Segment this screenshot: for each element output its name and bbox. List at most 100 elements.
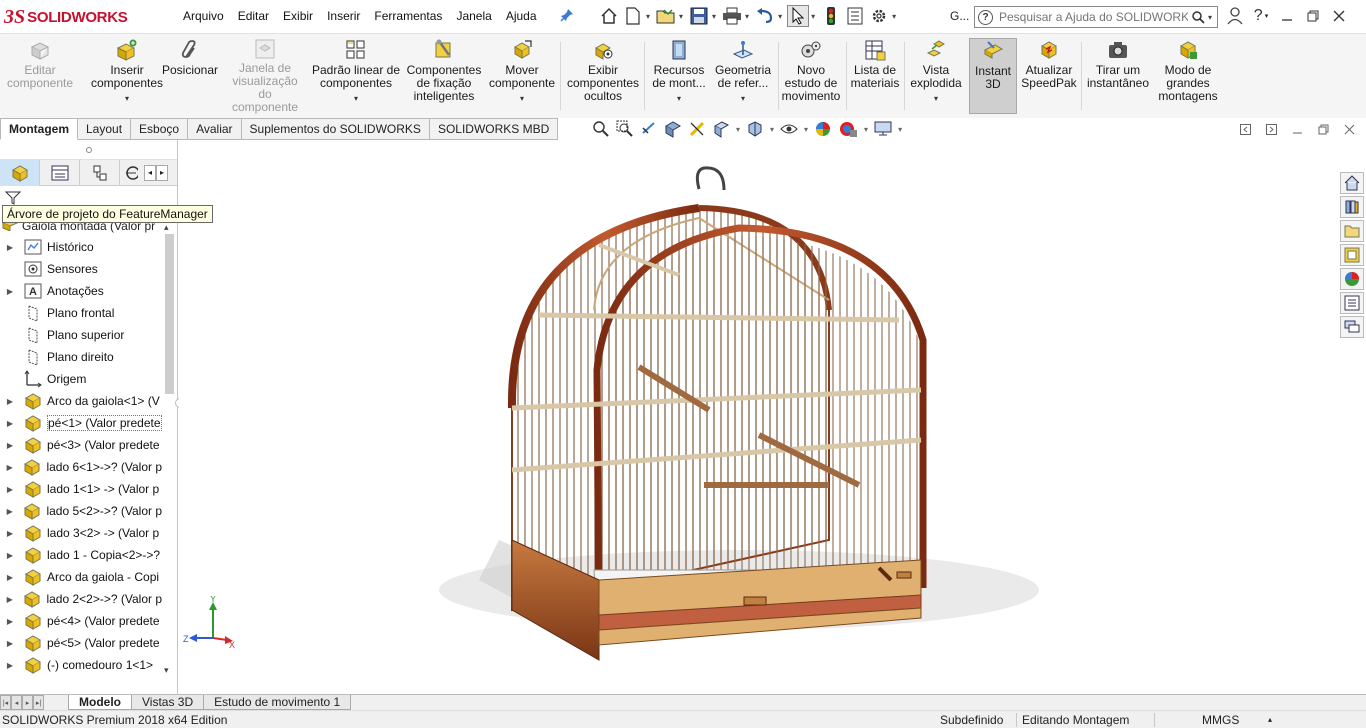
tree-item[interactable]: ▶ pé<1> (Valor predete bbox=[0, 412, 162, 434]
tab-suplementos[interactable]: Suplementos do SOLIDWORKS bbox=[241, 118, 430, 140]
menu-inserir[interactable]: Inserir bbox=[327, 9, 360, 23]
tree-item[interactable]: Plano frontal bbox=[0, 302, 162, 324]
appearances-scenes-icon[interactable] bbox=[1340, 268, 1364, 290]
collapse-right-icon[interactable] bbox=[1258, 121, 1284, 137]
dynamic-annotation-icon[interactable] bbox=[688, 120, 706, 138]
hide-show-items-icon[interactable] bbox=[780, 122, 798, 136]
tree-item[interactable]: ▶ lado 1 - Copia<2>->? bbox=[0, 544, 162, 566]
tab-scroll-left-icon[interactable]: ◂ bbox=[144, 164, 156, 181]
expand-arrow-icon[interactable]: ▶ bbox=[3, 617, 17, 626]
viewport-restore-icon[interactable] bbox=[1310, 121, 1336, 137]
dimxpert-tab[interactable] bbox=[120, 160, 142, 186]
next-tab-icon[interactable]: ▸ bbox=[22, 695, 33, 710]
instant-3d-button[interactable]: Instant 3D bbox=[969, 38, 1017, 114]
tree-scrollbar[interactable]: ▴ ▾ bbox=[163, 222, 176, 676]
units-dropdown-arrow[interactable]: ▴ bbox=[1268, 715, 1272, 724]
menu-janela[interactable]: Janela bbox=[456, 9, 491, 23]
file-explorer-icon[interactable] bbox=[1340, 220, 1364, 242]
undo-icon[interactable] bbox=[754, 5, 776, 27]
tree-item[interactable]: Origem bbox=[0, 368, 162, 390]
move-component-dropdown-arrow[interactable]: ▾ bbox=[520, 92, 524, 105]
assembly-features-button[interactable]: Recursos de mont... ▾ bbox=[648, 38, 710, 114]
first-tab-icon[interactable]: |◂ bbox=[0, 695, 11, 710]
expand-arrow-icon[interactable]: ▶ bbox=[3, 243, 17, 252]
expand-arrow-icon[interactable]: ▶ bbox=[3, 551, 17, 560]
scroll-down-icon[interactable]: ▾ bbox=[164, 665, 169, 676]
tab-layout[interactable]: Layout bbox=[78, 118, 132, 140]
mate-button[interactable]: Posicionar bbox=[162, 38, 218, 114]
reference-geometry-dropdown-arrow[interactable]: ▾ bbox=[741, 92, 745, 105]
restore-icon[interactable] bbox=[1300, 4, 1326, 28]
help-search-box[interactable]: ? ▾ bbox=[974, 6, 1218, 28]
new-dropdown-arrow[interactable]: ▾ bbox=[646, 12, 650, 21]
solidworks-resources-icon[interactable] bbox=[1340, 172, 1364, 194]
section-view-icon[interactable] bbox=[664, 120, 682, 138]
tree-item[interactable]: Plano direito bbox=[0, 346, 162, 368]
toolbar-overflow[interactable]: G... bbox=[950, 9, 969, 23]
component-preview-button[interactable]: Janela de visualização do componente bbox=[226, 38, 304, 114]
propertymanager-tab[interactable] bbox=[40, 160, 80, 186]
expand-arrow-icon[interactable]: ▶ bbox=[3, 507, 16, 516]
show-hidden-components-button[interactable]: Exibir componentes ocultos bbox=[564, 38, 642, 114]
home-icon[interactable] bbox=[598, 5, 620, 27]
open-dropdown-arrow[interactable]: ▾ bbox=[679, 12, 683, 21]
tree-item[interactable]: ▶ pé<4> (Valor predete bbox=[0, 610, 162, 632]
tab-montagem[interactable]: Montagem bbox=[0, 118, 78, 140]
tree-item[interactable]: Sensores bbox=[0, 258, 162, 280]
print-icon[interactable] bbox=[721, 5, 743, 27]
apply-scene-dropdown-arrow[interactable]: ▾ bbox=[864, 125, 868, 134]
menu-editar[interactable]: Editar bbox=[238, 9, 269, 23]
save-dropdown-arrow[interactable]: ▾ bbox=[712, 12, 716, 21]
menu-arquivo[interactable]: Arquivo bbox=[183, 9, 224, 23]
reference-geometry-button[interactable]: Geometria de refer... ▾ bbox=[712, 38, 774, 114]
view-palette-icon[interactable] bbox=[1340, 244, 1364, 266]
edit-appearance-icon[interactable] bbox=[814, 120, 832, 138]
scroll-up-icon[interactable]: ▴ bbox=[164, 222, 169, 233]
expand-arrow-icon[interactable]: ▶ bbox=[3, 441, 17, 450]
tab-vistas-3d[interactable]: Vistas 3D bbox=[131, 695, 205, 710]
select-dropdown-arrow[interactable]: ▾ bbox=[811, 12, 815, 21]
design-library-icon[interactable] bbox=[1340, 196, 1364, 218]
previous-view-icon[interactable] bbox=[640, 120, 658, 138]
rebuild-traffic-light-icon[interactable] bbox=[820, 5, 842, 27]
expand-arrow-icon[interactable]: ▶ bbox=[3, 287, 17, 296]
assembly-features-dropdown-arrow[interactable]: ▾ bbox=[677, 92, 681, 105]
hide-show-dropdown-arrow[interactable]: ▾ bbox=[804, 125, 808, 134]
exploded-view-button[interactable]: Vista explodida ▾ bbox=[906, 38, 966, 114]
tree-item[interactable]: ▶ lado 3<2> -> (Valor p bbox=[0, 522, 162, 544]
custom-properties-icon[interactable] bbox=[1340, 292, 1364, 314]
tree-item[interactable]: ▶ lado 1<1> -> (Valor p bbox=[0, 478, 162, 500]
menu-exibir[interactable]: Exibir bbox=[283, 9, 313, 23]
tab-estudo-movimento[interactable]: Estudo de movimento 1 bbox=[203, 695, 352, 710]
viewport-minimize-icon[interactable] bbox=[1284, 121, 1310, 137]
linear-pattern-button[interactable]: Padrão linear de componentes ▾ bbox=[310, 38, 402, 114]
zoom-to-fit-icon[interactable] bbox=[592, 120, 610, 138]
select-cursor-icon[interactable] bbox=[787, 5, 810, 27]
birdcage-model[interactable] bbox=[179, 140, 1339, 694]
apply-scene-icon[interactable] bbox=[838, 120, 858, 138]
display-style-dropdown-arrow[interactable]: ▾ bbox=[770, 125, 774, 134]
tab-scroll-right-icon[interactable]: ▸ bbox=[156, 164, 168, 181]
menu-ferramentas[interactable]: Ferramentas bbox=[374, 9, 442, 23]
zoom-to-area-icon[interactable] bbox=[616, 120, 634, 138]
tab-mbd[interactable]: SOLIDWORKS MBD bbox=[429, 118, 559, 140]
solidworks-logo[interactable]: 3S SOLIDWORKS bbox=[4, 6, 128, 28]
tree-item[interactable]: ▶ pé<5> (Valor predete bbox=[0, 632, 162, 654]
search-icon[interactable] bbox=[1188, 10, 1208, 24]
tree-item[interactable]: ▶ Histórico bbox=[0, 236, 162, 258]
linear-pattern-dropdown-arrow[interactable]: ▾ bbox=[354, 92, 358, 105]
exploded-view-dropdown-arrow[interactable]: ▾ bbox=[934, 92, 938, 105]
tree-item[interactable]: ▶ Arco da gaiola - Copi bbox=[0, 566, 162, 588]
view-settings-monitor-icon[interactable] bbox=[874, 121, 892, 137]
tree-item[interactable]: ▶ (-) comedouro 1<1> bbox=[0, 654, 162, 676]
close-icon[interactable] bbox=[1326, 4, 1352, 28]
tree-item[interactable]: ▶ lado 6<1>->? (Valor p bbox=[0, 456, 162, 478]
expand-arrow-icon[interactable]: ▶ bbox=[3, 639, 17, 648]
edit-component-button[interactable]: Editar componente bbox=[6, 38, 74, 114]
save-icon[interactable] bbox=[688, 5, 710, 27]
viewport-close-icon[interactable] bbox=[1336, 121, 1362, 137]
search-dropdown-arrow[interactable]: ▾ bbox=[1208, 13, 1212, 22]
open-folder-icon[interactable] bbox=[655, 5, 677, 27]
expand-arrow-icon[interactable]: ▶ bbox=[3, 485, 17, 494]
smart-fasteners-button[interactable]: Componentes de fixação inteligentes bbox=[402, 38, 486, 114]
